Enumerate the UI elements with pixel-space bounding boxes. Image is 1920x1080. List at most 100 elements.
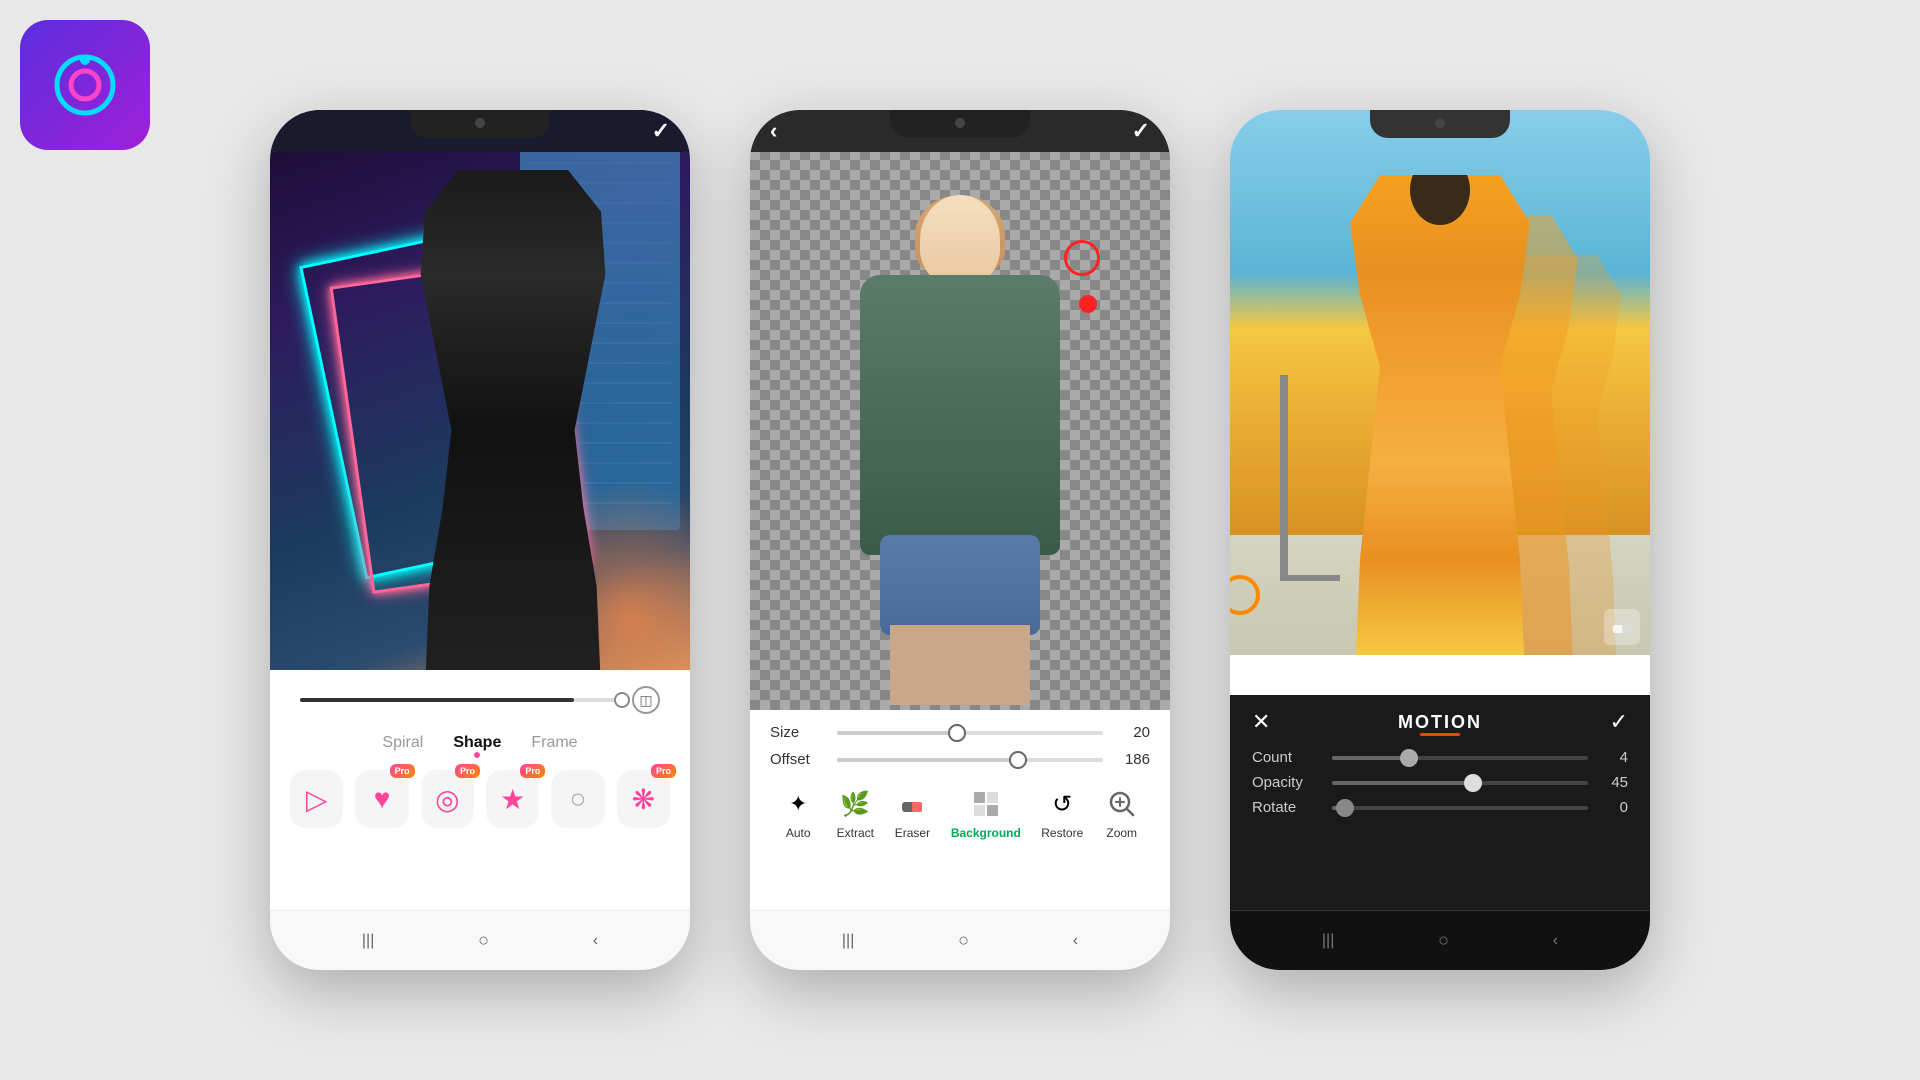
- phone2-notch: [890, 110, 1030, 138]
- tool-auto[interactable]: ✦ Auto: [780, 786, 816, 840]
- count-value: 4: [1598, 749, 1628, 766]
- opacity-thumb[interactable]: [1464, 774, 1482, 792]
- red-circle-indicator: [1064, 240, 1100, 276]
- opacity-slider[interactable]: [1332, 781, 1588, 785]
- tool-background[interactable]: Background: [951, 786, 1021, 840]
- woman2-figure: [830, 195, 1090, 705]
- phone2-controls-panel: Size 20 Offset 186 ✦: [750, 710, 1170, 910]
- count-label: Count: [1252, 749, 1322, 766]
- panel-header: ✕ MOTION ✓: [1252, 709, 1628, 735]
- opacity-label: Opacity: [1252, 774, 1322, 791]
- panel-title: MOTION: [1270, 712, 1609, 733]
- phone1-slider-thumb[interactable]: [614, 692, 630, 708]
- phone-1: ✓ ◫: [270, 110, 690, 970]
- shape-ring[interactable]: ○: [551, 770, 604, 828]
- restore-label: Restore: [1041, 826, 1083, 840]
- woman-figure-1: [403, 170, 623, 690]
- pro-badge-star: Pro: [520, 764, 545, 778]
- offset-thumb[interactable]: [1009, 751, 1027, 769]
- phone2-check[interactable]: ✓: [1132, 118, 1150, 144]
- phone1-check[interactable]: ✓: [652, 118, 670, 144]
- tool-eraser[interactable]: Eraser: [894, 786, 930, 840]
- tool-zoom[interactable]: Zoom: [1104, 786, 1140, 840]
- app-icon[interactable]: [20, 20, 150, 150]
- size-slider[interactable]: [837, 731, 1103, 735]
- eraser-label: Eraser: [895, 826, 930, 840]
- auto-icon: ✦: [780, 786, 816, 822]
- phone1-slider-track[interactable]: [300, 698, 622, 702]
- phone1-tabs: Spiral Shape Frame: [290, 730, 670, 756]
- phone-2: ‹ ✓: [750, 110, 1170, 970]
- auto-label: Auto: [786, 826, 811, 840]
- main-scene: ✓ ◫: [0, 0, 1920, 1080]
- phone1-nav: ||| ○ ‹: [270, 910, 690, 970]
- size-thumb[interactable]: [948, 724, 966, 742]
- hoop-pole: [1280, 375, 1288, 575]
- phone1-nav-home[interactable]: ○: [478, 930, 489, 951]
- shape-heart[interactable]: ♥ Pro: [355, 770, 408, 828]
- phone2-nav-back[interactable]: ‹: [1073, 932, 1078, 950]
- pro-badge-flower: Pro: [651, 764, 676, 778]
- phone1-nav-back[interactable]: ‹: [593, 932, 598, 950]
- opacity-fill: [1332, 781, 1473, 785]
- pro-badge-heart: Pro: [390, 764, 415, 778]
- rotate-thumb[interactable]: [1336, 799, 1354, 817]
- size-label: Size: [770, 724, 825, 741]
- tool-restore[interactable]: ↺ Restore: [1041, 786, 1083, 840]
- phone3-nav-lines[interactable]: |||: [1322, 932, 1334, 950]
- eraser-icon: [894, 786, 930, 822]
- opacity-value: 45: [1598, 774, 1628, 791]
- size-fill: [837, 731, 957, 735]
- background-label: Background: [951, 826, 1021, 840]
- phone1-notch: [410, 110, 550, 138]
- phone1-nav-lines[interactable]: |||: [362, 932, 374, 950]
- offset-label: Offset: [770, 751, 825, 768]
- rotate-slider[interactable]: [1332, 806, 1588, 810]
- extract-icon: 🌿: [837, 786, 873, 822]
- offset-value: 186: [1115, 751, 1150, 768]
- zoom-label: Zoom: [1106, 826, 1137, 840]
- rotate-value: 0: [1598, 799, 1628, 816]
- shape-triangle[interactable]: ▷: [290, 770, 343, 828]
- tool-extract[interactable]: 🌿 Extract: [837, 786, 874, 840]
- phone2-nav-home[interactable]: ○: [958, 930, 969, 951]
- tools-row: ✦ Auto 🌿 Extract Eraser: [770, 778, 1150, 844]
- phone2-nav: ||| ○ ‹: [750, 910, 1170, 970]
- shape-flower[interactable]: ❋ Pro: [617, 770, 670, 828]
- phone3-nav-home[interactable]: ○: [1438, 930, 1449, 951]
- phone2-back[interactable]: ‹: [770, 118, 777, 144]
- phone3-panel: ✕ MOTION ✓ Count 4 Opacity 4: [1230, 695, 1650, 910]
- phone1-slider-container: ◫: [290, 686, 670, 714]
- size-control-row: Size 20: [770, 724, 1150, 741]
- shape-circle-outline[interactable]: ◎ Pro: [421, 770, 474, 828]
- count-thumb[interactable]: [1400, 749, 1418, 767]
- hoop-arm: [1280, 575, 1340, 581]
- tab-spiral[interactable]: Spiral: [382, 730, 423, 756]
- red-dot-indicator: [1079, 295, 1097, 313]
- offset-fill: [837, 758, 1018, 762]
- offset-control-row: Offset 186: [770, 751, 1150, 768]
- tab-shape[interactable]: Shape: [453, 730, 501, 756]
- phone1-eraser-icon[interactable]: ◫: [632, 686, 660, 714]
- shape-star[interactable]: ★ Pro: [486, 770, 539, 828]
- panel-check-icon[interactable]: ✓: [1610, 709, 1628, 735]
- phone-3: ✕ MOTION ✓ Count 4 Opacity 4: [1230, 110, 1650, 970]
- size-value: 20: [1115, 724, 1150, 741]
- phone3-image-area: [1230, 110, 1650, 655]
- phone3-nav: ||| ○ ‹: [1230, 910, 1650, 970]
- opacity-row: Opacity 45: [1252, 774, 1628, 791]
- panel-close-icon[interactable]: ✕: [1252, 709, 1270, 735]
- eraser-icon-overlay[interactable]: [1604, 609, 1640, 645]
- shapes-row: ▷ ♥ Pro ◎ Pro ★ Pro ○: [290, 770, 670, 828]
- phone3-nav-back[interactable]: ‹: [1553, 932, 1558, 950]
- phone1-image-area: [270, 110, 690, 690]
- count-row: Count 4: [1252, 749, 1628, 766]
- woman2-area: [790, 150, 1130, 705]
- tab-frame[interactable]: Frame: [531, 730, 577, 756]
- count-slider[interactable]: [1332, 756, 1588, 760]
- offset-slider[interactable]: [837, 758, 1103, 762]
- phone1-slider-fill: [300, 698, 574, 702]
- rotate-row: Rotate 0: [1252, 799, 1628, 816]
- phone2-nav-lines[interactable]: |||: [842, 932, 854, 950]
- pro-badge-circle: Pro: [455, 764, 480, 778]
